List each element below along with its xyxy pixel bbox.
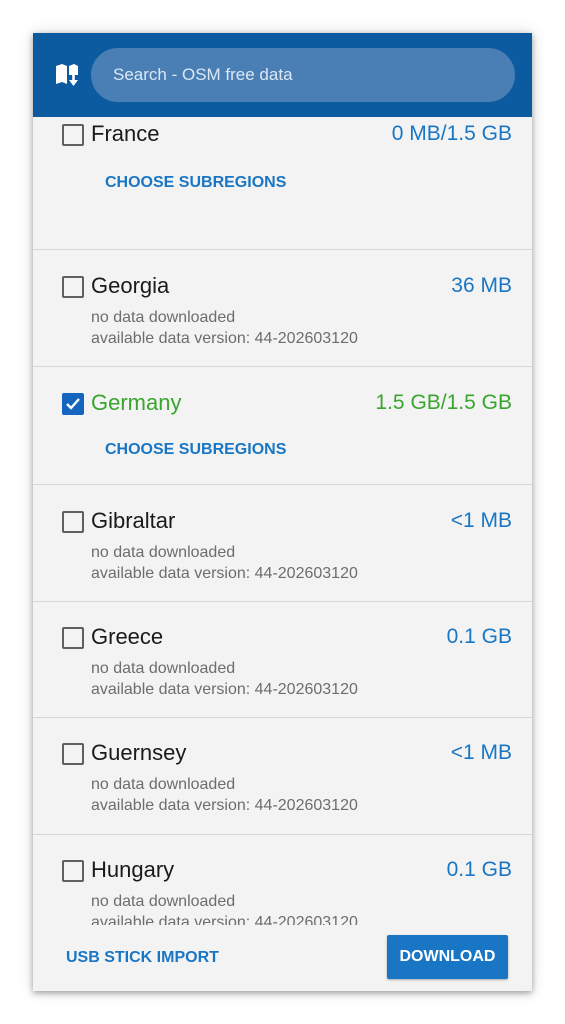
search-input[interactable] — [91, 48, 515, 102]
checkbox-guernsey[interactable] — [62, 743, 84, 765]
region-size: 0 MB/1.5 GB — [391, 122, 512, 145]
region-status: no data downloaded — [91, 893, 236, 910]
region-size: <1 MB — [450, 741, 512, 764]
checkbox-georgia[interactable] — [62, 276, 84, 298]
region-size: 0.1 GB — [446, 625, 512, 648]
search-box[interactable] — [91, 48, 515, 102]
region-status: no data downloaded — [91, 544, 236, 561]
region-row-georgia[interactable]: Georgia 36 MB no data downloaded availab… — [33, 250, 532, 367]
region-version: available data version: 44-202603120 — [91, 565, 358, 582]
usb-stick-import-button[interactable]: USB STICK IMPORT — [66, 949, 219, 967]
region-row-hungary[interactable]: Hungary 0.1 GB no data downloaded availa… — [33, 835, 532, 925]
checkbox-france[interactable] — [62, 124, 84, 146]
region-name: Greece — [91, 624, 164, 649]
region-version: available data version: 44-202603120 — [91, 914, 358, 925]
download-dialog: France 0 MB/1.5 GB CHOOSE SUBREGIONS Geo… — [33, 33, 532, 991]
checkbox-germany[interactable] — [62, 393, 84, 415]
region-version: available data version: 44-202603120 — [91, 681, 358, 698]
download-button[interactable]: DOWNLOAD — [387, 935, 508, 979]
region-status: no data downloaded — [91, 776, 236, 793]
choose-subregions-button[interactable]: CHOOSE SUBREGIONS — [105, 441, 286, 459]
region-row-germany[interactable]: Germany 1.5 GB/1.5 GB CHOOSE SUBREGIONS — [33, 367, 532, 485]
region-size: 1.5 GB/1.5 GB — [375, 391, 512, 414]
region-version: available data version: 44-202603120 — [91, 330, 358, 347]
map-download-icon[interactable] — [54, 62, 80, 88]
dialog-footer: USB STICK IMPORT DOWNLOAD — [33, 925, 532, 991]
checkbox-greece[interactable] — [62, 627, 84, 649]
region-size: 0.1 GB — [446, 858, 512, 881]
region-name: Germany — [91, 390, 182, 415]
region-status: no data downloaded — [91, 309, 236, 326]
header-bar — [33, 33, 532, 117]
region-version: available data version: 44-202603120 — [91, 797, 358, 814]
region-name: Gibraltar — [91, 508, 176, 533]
checkbox-hungary[interactable] — [62, 860, 84, 882]
region-name: France — [91, 121, 160, 146]
region-row-gibraltar[interactable]: Gibraltar <1 MB no data downloaded avail… — [33, 485, 532, 602]
region-row-france[interactable]: France 0 MB/1.5 GB CHOOSE SUBREGIONS — [33, 117, 532, 250]
checkmark-icon — [66, 398, 80, 410]
region-row-guernsey[interactable]: Guernsey <1 MB no data downloaded availa… — [33, 718, 532, 835]
region-name: Hungary — [91, 857, 175, 882]
region-name: Guernsey — [91, 740, 187, 765]
choose-subregions-button[interactable]: CHOOSE SUBREGIONS — [105, 174, 286, 192]
region-row-greece[interactable]: Greece 0.1 GB no data downloaded availab… — [33, 602, 532, 718]
region-list[interactable]: France 0 MB/1.5 GB CHOOSE SUBREGIONS Geo… — [33, 117, 532, 925]
region-size: 36 MB — [451, 274, 512, 297]
region-status: no data downloaded — [91, 660, 236, 677]
checkbox-gibraltar[interactable] — [62, 511, 84, 533]
region-name: Georgia — [91, 273, 170, 298]
region-size: <1 MB — [450, 509, 512, 532]
